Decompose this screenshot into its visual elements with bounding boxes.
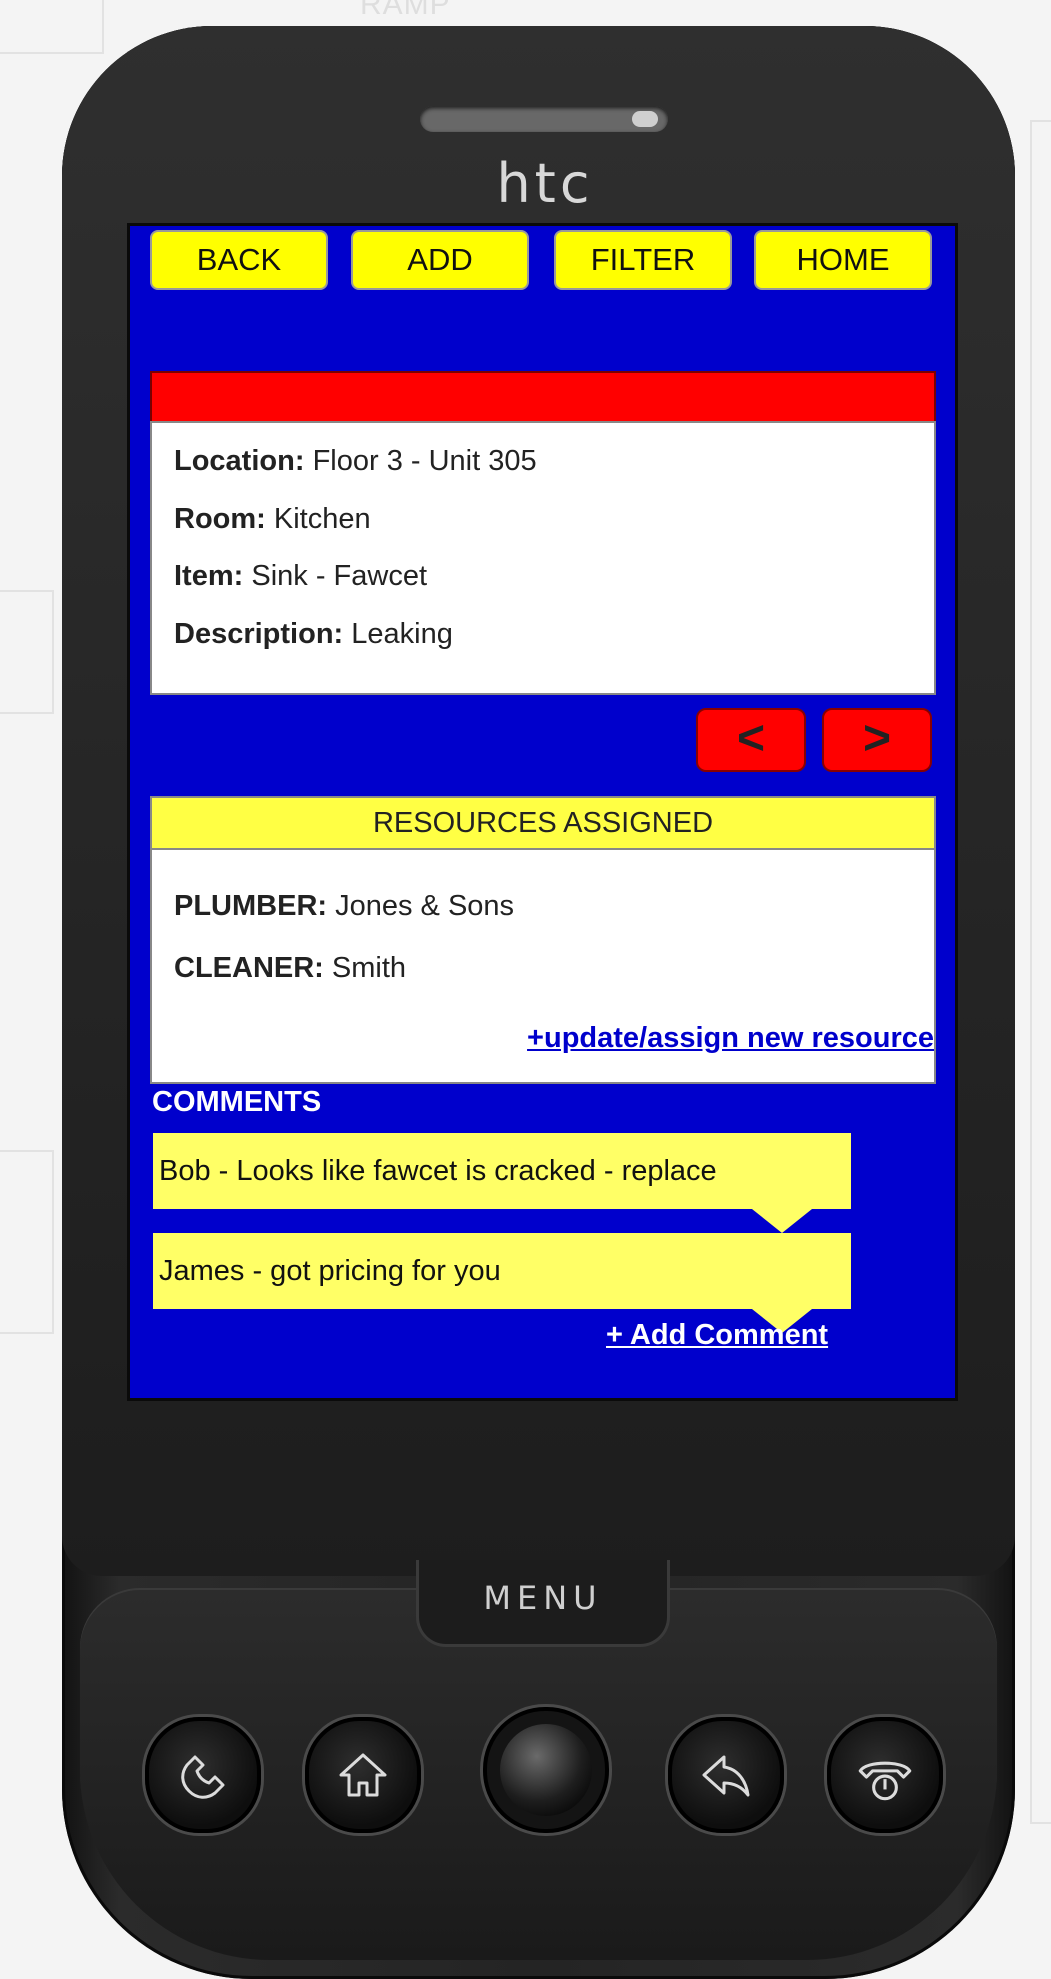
location-value: Floor 3 - Unit 305	[312, 445, 537, 477]
blueprint-outline	[1030, 120, 1051, 1824]
item-label: Item:	[174, 560, 244, 592]
comment-bubble: James - got pricing for you	[153, 1233, 851, 1309]
call-button[interactable]	[145, 1717, 261, 1833]
description-value: Leaking	[351, 618, 453, 650]
resource-row: CLEANER: Smith	[174, 952, 406, 985]
item-value: Sink - Fawcet	[251, 560, 428, 592]
room-row: Room: Kitchen	[174, 503, 371, 536]
app-screen: BACK ADD FILTER HOME Location: Floor 3 -…	[127, 223, 958, 1401]
resource-name: Smith	[331, 952, 407, 984]
add-button[interactable]: ADD	[351, 230, 529, 290]
comment-bubble-tail	[752, 1209, 812, 1233]
item-row: Item: Sink - Fawcet	[174, 560, 427, 593]
phone-icon	[181, 1755, 225, 1799]
home-icon	[339, 1753, 387, 1797]
issue-detail-card: Location: Floor 3 - Unit 305 Room: Kitch…	[150, 421, 936, 695]
end-call-button[interactable]	[827, 1717, 943, 1833]
blueprint-outline	[0, 0, 104, 54]
brand-logo: htc	[496, 152, 594, 215]
resources-header: RESOURCES ASSIGNED	[150, 796, 936, 850]
resource-role: PLUMBER:	[174, 890, 328, 922]
home-hardware-button[interactable]	[305, 1717, 421, 1833]
blueprint-outline	[0, 590, 54, 714]
earpiece-speaker	[420, 106, 668, 132]
trackball[interactable]	[483, 1707, 609, 1833]
location-row: Location: Floor 3 - Unit 305	[174, 445, 537, 478]
room-label: Room:	[174, 503, 266, 535]
update-resource-link[interactable]: +update/assign new resource	[527, 1022, 934, 1055]
comments-title: COMMENTS	[152, 1086, 322, 1118]
comment-bubble: Bob - Looks like fawcet is cracked - rep…	[153, 1133, 851, 1209]
previous-button[interactable]: <	[696, 708, 806, 772]
location-label: Location:	[174, 445, 305, 477]
resource-role: CLEANER:	[174, 952, 324, 984]
back-arrow-icon	[702, 1755, 750, 1797]
add-comment-link[interactable]: + Add Comment	[606, 1319, 828, 1352]
room-value: Kitchen	[273, 503, 371, 535]
blueprint-label: RAMP	[360, 0, 451, 21]
trackball-ball	[500, 1724, 592, 1816]
resource-name: Jones & Sons	[335, 890, 515, 922]
resource-row: PLUMBER: Jones & Sons	[174, 890, 514, 923]
resources-card: PLUMBER: Jones & Sons CLEANER: Smith +up…	[150, 848, 936, 1084]
end-call-icon	[858, 1761, 912, 1801]
status-bar	[150, 371, 936, 423]
description-row: Description: Leaking	[174, 618, 453, 651]
home-button[interactable]: HOME	[754, 230, 932, 290]
description-label: Description:	[174, 618, 344, 650]
menu-button[interactable]: MENU	[416, 1560, 670, 1647]
back-hardware-button[interactable]	[668, 1717, 784, 1833]
back-button[interactable]: BACK	[150, 230, 328, 290]
blueprint-outline	[0, 1150, 54, 1334]
next-button[interactable]: >	[822, 708, 932, 772]
filter-button[interactable]: FILTER	[554, 230, 732, 290]
